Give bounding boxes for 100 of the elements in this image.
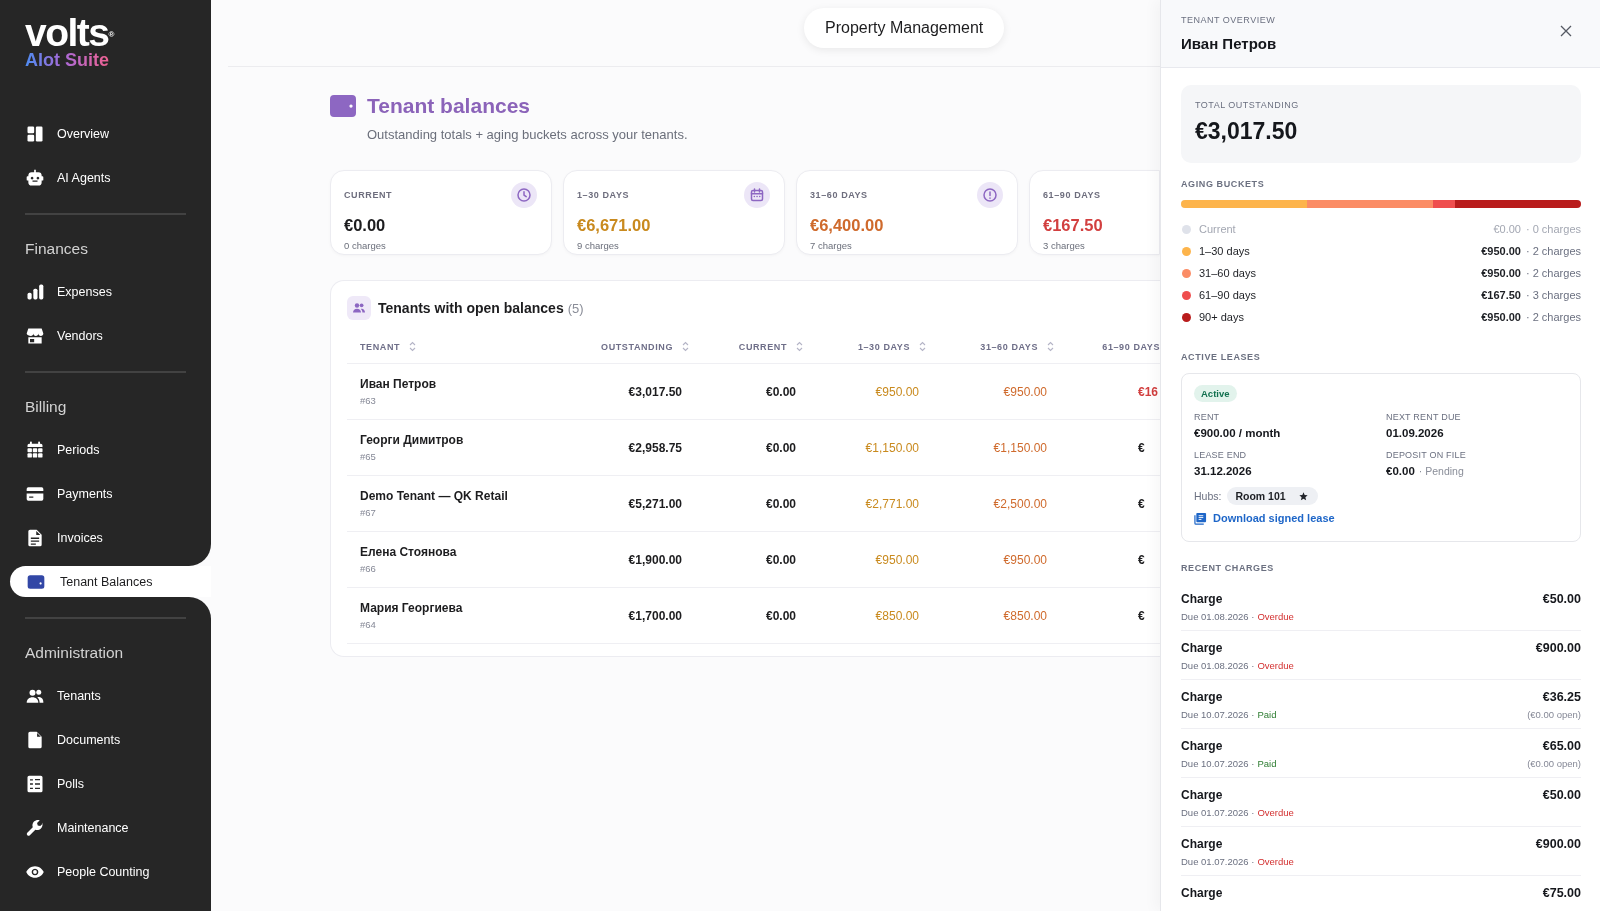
field-value: 01.09.2026 [1386,426,1444,441]
robot-icon [25,168,45,188]
bucket-count: · 0 charges [1525,223,1581,235]
charge-title: Charge [1181,591,1224,607]
column-header[interactable]: CURRENT [738,341,787,352]
charge-due-date: Due 01.08.2026 · [1181,659,1255,672]
bucket-label: 90+ days [1199,311,1245,323]
column-header[interactable]: 1–30 DAYS [857,341,910,352]
table-cell: €950.00 [1003,384,1047,399]
table-cell: € [1138,608,1145,623]
charge-due-date: Due 10.07.2026 · [1181,757,1255,770]
people-icon [347,296,371,320]
charge-amount: €36.25 [1542,689,1581,705]
column-header[interactable]: TENANT [360,341,401,352]
sidebar-item[interactable]: Polls [0,762,211,806]
table-cell: €1,700.00 [628,608,682,623]
sidebar-item[interactable]: Periods [0,428,211,472]
bucket-amount: €950.00 [1481,245,1521,257]
total-label: TOTAL OUTSTANDING [1195,99,1300,111]
field-value: 31.12.2026 [1194,464,1252,479]
charge-title: Charge [1181,787,1224,803]
field-value: €0.00 [1386,464,1415,479]
table-cell: €950.00 [875,384,919,399]
sidebar-item[interactable]: People Counting [0,850,211,894]
sidebar-item[interactable]: Invoices [0,516,211,560]
bucket-count: · 2 charges [1525,245,1581,257]
table-cell: €850.00 [1003,608,1047,623]
sort-icon[interactable] [682,341,689,352]
table-cell: €0.00 [765,440,796,455]
sort-icon[interactable] [1047,341,1054,352]
sidebar-item[interactable]: Overview [0,112,211,156]
download-link[interactable]: Download signed lease [1194,510,1335,526]
sidebar-heading: Administration [24,643,125,663]
document-icon [1194,511,1207,525]
tenant-id: #66 [360,562,376,575]
logo-wordmark: volts$^{®}$ [25,16,115,50]
column-header[interactable]: OUTSTANDING [601,341,673,352]
table-cell: €1,150.00 [993,440,1047,455]
sidebar-item[interactable]: Tenant Balances [10,566,211,597]
total-value: €3,017.50 [1195,118,1299,145]
sidebar-item[interactable]: Expenses [0,270,211,314]
calendar-icon [25,440,45,460]
column-header[interactable]: 31–60 DAYS [980,341,1038,352]
sidebar-heading: Finances [24,239,89,259]
table-title: Tenants with open balances [378,300,564,316]
charge-status: Overdue [1257,659,1294,672]
column-header[interactable]: 61–90 DAYS [1102,341,1160,352]
panel-eyebrow: TENANT OVERVIEW [1181,14,1277,26]
bucket-amount: €167.50 [1481,289,1521,301]
card-value: €167.50 [1043,215,1104,235]
close-icon[interactable] [1560,24,1572,37]
bucket-count: · 3 charges [1525,289,1581,301]
sidebar-item[interactable]: Documents [0,718,211,762]
table-cell: €0.00 [765,384,796,399]
sort-icon[interactable] [409,341,417,352]
dashboard-icon [25,124,45,144]
table-cell: €2,771.00 [865,496,919,511]
page-title: Tenant balances [367,94,530,118]
sidebar-item[interactable]: AI Agents [0,156,211,200]
charge-open-amount: (€0.00 open) [1527,708,1581,721]
table-cell: €2,958.75 [628,440,682,455]
alert-icon [977,182,1003,208]
charge-title: Charge [1181,885,1223,901]
table-cell: € [1138,496,1145,511]
sidebar-item[interactable]: Payments [0,472,211,516]
sort-icon[interactable] [796,341,803,352]
table-cell: € [1138,552,1145,567]
bucket-count: · 2 charges [1525,311,1581,323]
file-icon [25,730,45,750]
card-label: 31–60 DAYS [810,190,868,200]
wallet-icon [330,95,356,117]
bucket-amount: €950.00 [1481,267,1521,279]
charge-amount: €50.00 [1542,591,1581,607]
table-cell: €850.00 [875,608,919,623]
sidebar-item[interactable]: Tenants [0,674,211,718]
tenant-name: Demo Tenant — QK Retail [360,488,508,504]
card-value: €6,671.00 [577,215,652,235]
bar-chart-icon [25,282,45,302]
store-icon [25,326,45,346]
table-cell: €0.00 [765,552,796,567]
section-title: RECENT CHARGES [1181,562,1275,574]
charge-amount: €900.00 [1535,836,1581,852]
field-label: NEXT RENT DUE [1386,412,1462,423]
tenant-name: Иван Петров [360,376,437,392]
charge-amount: €75.00 [1542,885,1581,901]
charge-due-date: Due 10.07.2026 · [1181,708,1255,721]
table-cell: €1,900.00 [628,552,682,567]
table-cell: €3,017.50 [628,384,682,399]
charge-due-date: Due 01.08.2026 · [1181,610,1255,623]
table-cell: €950.00 [875,552,919,567]
sidebar-item[interactable]: Maintenance [0,806,211,850]
field-label: DEPOSIT ON FILE [1386,450,1467,461]
charge-amount: €900.00 [1535,640,1581,656]
table-cell: €16 [1138,384,1159,399]
sort-icon[interactable] [919,341,926,352]
clock-icon [511,182,537,208]
table-cell: €1,150.00 [865,440,919,455]
document-icon [25,528,45,548]
sidebar-item[interactable]: Vendors [0,314,211,358]
tenant-name: Елена Стоянова [360,544,457,560]
